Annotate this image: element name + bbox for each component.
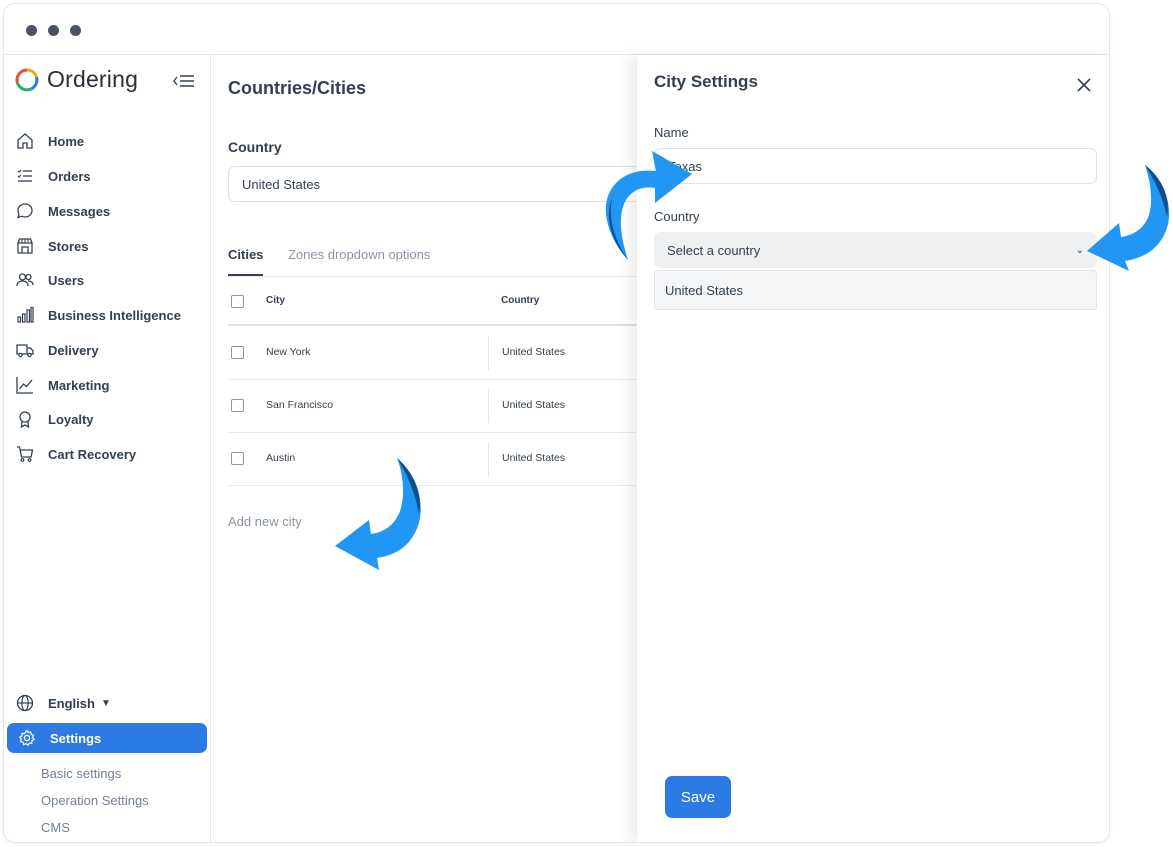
sidebar-item-home[interactable]: Home bbox=[16, 126, 84, 156]
sidebar-item-settings[interactable]: Settings bbox=[7, 723, 207, 753]
table-cell-country: United States bbox=[502, 399, 566, 411]
column-header-country: Country bbox=[501, 295, 540, 306]
cell-divider bbox=[488, 442, 489, 476]
settings-subitem-basic[interactable]: Basic settings bbox=[41, 766, 121, 781]
ordering-logo-icon bbox=[15, 68, 39, 91]
sidebar-item-messages[interactable]: Messages bbox=[16, 196, 110, 226]
tab-zones-dropdown-options[interactable]: Zones dropdown options bbox=[288, 247, 430, 262]
settings-subitem-operation[interactable]: Operation Settings bbox=[41, 793, 149, 808]
sidebar-item-business-intelligence[interactable]: Business Intelligence bbox=[16, 300, 181, 330]
home-icon bbox=[17, 133, 33, 149]
row-divider bbox=[228, 485, 641, 486]
collapse-sidebar-icon[interactable] bbox=[172, 71, 196, 91]
column-header-city: City bbox=[266, 295, 285, 306]
cell-divider bbox=[488, 389, 489, 423]
orders-icon bbox=[17, 169, 32, 182]
sidebar-item-label: Marketing bbox=[48, 377, 110, 393]
sidebar-item-label: Loyalty bbox=[48, 411, 94, 427]
settings-label: Settings bbox=[50, 730, 102, 746]
window-dot bbox=[48, 25, 59, 36]
select-all-checkbox[interactable] bbox=[231, 295, 244, 308]
sidebar-item-label: Users bbox=[48, 272, 85, 288]
panel-title: City Settings bbox=[654, 72, 758, 91]
sidebar-item-label: Delivery bbox=[48, 342, 99, 358]
app-name: Ordering bbox=[47, 66, 139, 92]
sidebar-item-marketing[interactable]: Marketing bbox=[16, 370, 109, 400]
tab-divider bbox=[228, 276, 641, 277]
settings-subitem-cms[interactable]: CMS bbox=[41, 820, 70, 835]
add-new-city-link[interactable]: Add new city bbox=[228, 514, 302, 529]
country-option[interactable]: United States bbox=[665, 283, 743, 298]
window-dot bbox=[70, 25, 81, 36]
country-select-placeholder: Select a country bbox=[667, 242, 761, 258]
chevron-down-icon: ⌄ bbox=[1075, 244, 1084, 256]
page-title: Countries/Cities bbox=[228, 78, 367, 98]
window-dot bbox=[26, 25, 37, 36]
cell-divider bbox=[488, 336, 489, 370]
sidebar-item-users[interactable]: Users bbox=[16, 265, 84, 295]
language-label: English bbox=[48, 695, 95, 711]
table-cell-city: New York bbox=[266, 346, 311, 358]
tab-cities[interactable]: Cities bbox=[228, 247, 263, 262]
truck-icon bbox=[16, 344, 34, 358]
save-button[interactable]: Save bbox=[665, 776, 731, 818]
sidebar-item-orders[interactable]: Orders bbox=[16, 161, 91, 191]
table-cell-city: Austin bbox=[266, 452, 296, 464]
table-cell-country: United States bbox=[502, 452, 566, 464]
name-input-value: Texas bbox=[668, 158, 702, 174]
country-select-value: United States bbox=[242, 176, 321, 192]
sidebar-item-label: Business Intelligence bbox=[48, 307, 181, 323]
table-header-divider bbox=[228, 324, 641, 326]
app-logo: Ordering bbox=[15, 66, 138, 93]
table-cell-city: San Francisco bbox=[266, 399, 334, 411]
gear-icon bbox=[18, 729, 35, 747]
country-select[interactable]: Select a country ⌄ bbox=[654, 232, 1097, 268]
sidebar-item-stores[interactable]: Stores bbox=[16, 231, 88, 261]
country-select[interactable]: United States bbox=[228, 166, 648, 202]
cart-icon bbox=[17, 446, 34, 462]
window-titlebar bbox=[4, 4, 1109, 55]
sidebar-item-label: Home bbox=[48, 133, 85, 149]
users-icon bbox=[16, 273, 34, 287]
row-divider bbox=[228, 432, 641, 433]
sidebar-item-label: Orders bbox=[48, 168, 91, 184]
sidebar-item-cart-recovery[interactable]: Cart Recovery bbox=[16, 439, 136, 469]
city-settings-panel: City Settings Name Texas Country Select … bbox=[637, 55, 1109, 842]
sidebar-item-label: Messages bbox=[48, 203, 111, 219]
name-label: Name bbox=[654, 125, 689, 140]
row-checkbox[interactable] bbox=[231, 399, 244, 412]
row-checkbox[interactable] bbox=[231, 346, 244, 359]
save-button-label: Save bbox=[680, 788, 716, 806]
bar-chart-icon bbox=[17, 306, 34, 323]
country-label: Country bbox=[228, 139, 282, 155]
country-label: Country bbox=[654, 209, 700, 224]
messages-icon bbox=[17, 203, 33, 219]
line-chart-icon bbox=[16, 377, 33, 394]
table-cell-country: United States bbox=[502, 346, 566, 358]
country-dropdown-menu: United States bbox=[654, 270, 1097, 310]
globe-icon bbox=[16, 694, 34, 712]
sidebar: Ordering Home Orders Messages Stores Use… bbox=[4, 55, 211, 842]
name-input[interactable]: Texas bbox=[654, 148, 1097, 184]
caret-down-icon: ▼ bbox=[100, 697, 111, 709]
row-divider bbox=[228, 379, 641, 380]
sidebar-item-label: Cart Recovery bbox=[48, 446, 137, 462]
close-icon[interactable] bbox=[1074, 75, 1094, 95]
award-icon bbox=[19, 411, 31, 428]
sidebar-item-delivery[interactable]: Delivery bbox=[16, 335, 99, 365]
sidebar-item-loyalty[interactable]: Loyalty bbox=[16, 404, 94, 434]
main-content: Countries/Cities Country United States C… bbox=[211, 55, 648, 842]
language-selector[interactable]: English ▼ bbox=[16, 688, 111, 718]
row-checkbox[interactable] bbox=[231, 452, 244, 465]
app-window: Ordering Home Orders Messages Stores Use… bbox=[3, 3, 1110, 843]
stores-icon bbox=[17, 238, 33, 254]
sidebar-item-label: Stores bbox=[48, 238, 89, 254]
